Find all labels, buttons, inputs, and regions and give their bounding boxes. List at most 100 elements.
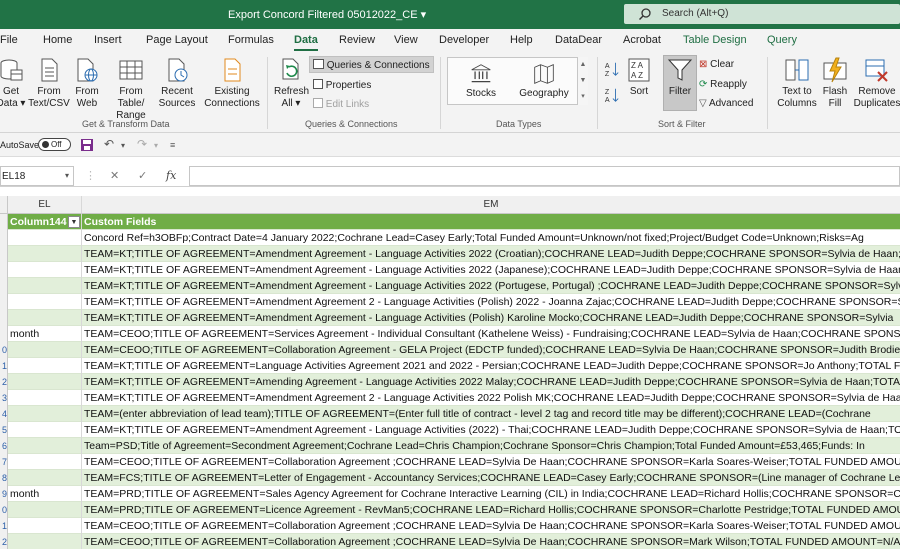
row-number[interactable] xyxy=(0,230,8,246)
cell-custom-fields[interactable]: Team=PSD;Title of Agreement=Secondment A… xyxy=(82,438,900,454)
enter-icon[interactable]: ✓ xyxy=(138,169,147,182)
row-number[interactable]: 5 xyxy=(0,422,8,438)
stocks-button[interactable]: Stocks xyxy=(456,63,506,100)
remove-duplicates-button[interactable]: Remove Duplicates xyxy=(852,57,900,110)
row-number[interactable]: 3 xyxy=(0,390,8,406)
cell-column144[interactable] xyxy=(8,358,82,374)
select-all-corner[interactable] xyxy=(0,196,8,214)
cell-column144[interactable] xyxy=(8,342,82,358)
existing-connections-button[interactable]: Existing Connections xyxy=(203,57,261,110)
filter-dropdown-icon[interactable]: ▼ xyxy=(68,216,80,228)
header-cell-custom-fields[interactable]: Custom Fields xyxy=(82,214,900,230)
cell-column144[interactable] xyxy=(8,518,82,534)
cell-column144[interactable] xyxy=(8,374,82,390)
cell-custom-fields[interactable]: TEAM=KT;TITLE OF AGREEMENT=Language Acti… xyxy=(82,358,900,374)
cell-column144[interactable] xyxy=(8,438,82,454)
clear-filter-button[interactable]: ⊠ Clear xyxy=(699,59,734,70)
cell-column144[interactable] xyxy=(8,310,82,326)
save-icon[interactable] xyxy=(80,138,94,152)
tab-help[interactable]: Help xyxy=(510,34,533,46)
row-number[interactable] xyxy=(0,310,8,326)
column-header-em[interactable]: EM xyxy=(82,196,900,214)
cell-custom-fields[interactable]: TEAM=CEOO;TITLE OF AGREEMENT=Collaborati… xyxy=(82,518,900,534)
from-table-range-button[interactable]: From Table/ Range xyxy=(105,57,157,122)
row-number[interactable] xyxy=(0,246,8,262)
tab-review[interactable]: Review xyxy=(339,34,375,46)
sort-button[interactable]: Z A A Z Sort xyxy=(624,57,654,98)
reapply-button[interactable]: ⟳ Reapply xyxy=(699,79,747,90)
from-text-csv-button[interactable]: From Text/CSV xyxy=(28,57,70,110)
recent-sources-button[interactable]: Recent Sources xyxy=(158,57,196,110)
cell-custom-fields[interactable]: TEAM=KT;TITLE OF AGREEMENT=Amendment Agr… xyxy=(82,294,900,310)
cell-custom-fields[interactable]: TEAM=PRD;TITLE OF AGREEMENT=Sales Agency… xyxy=(82,486,900,502)
row-number[interactable]: 0 xyxy=(0,502,8,518)
autosave-toggle[interactable]: Off xyxy=(38,138,71,151)
cell-column144[interactable] xyxy=(8,470,82,486)
cell-custom-fields[interactable]: TEAM=CEOO;TITLE OF AGREEMENT=Collaborati… xyxy=(82,534,900,549)
cell-custom-fields[interactable]: TEAM=(enter abbreviation of lead team);T… xyxy=(82,406,900,422)
cell-custom-fields[interactable]: TEAM=KT;TITLE OF AGREEMENT=Amendment Agr… xyxy=(82,310,900,326)
name-box[interactable]: EL18 ▾ xyxy=(0,166,74,186)
row-number[interactable] xyxy=(0,278,8,294)
cell-custom-fields[interactable]: TEAM=KT;TITLE OF AGREEMENT=Amendment Agr… xyxy=(82,262,900,278)
cell-custom-fields[interactable]: TEAM=KT;TITLE OF AGREEMENT=Amendment Agr… xyxy=(82,422,900,438)
flash-fill-button[interactable]: Flash Fill xyxy=(822,57,848,110)
refresh-all-button[interactable]: Refresh All ▾ xyxy=(274,57,309,110)
cell-custom-fields[interactable]: TEAM=CEOO;TITLE OF AGREEMENT=Collaborati… xyxy=(82,454,900,470)
geography-button[interactable]: Geography xyxy=(516,63,572,100)
tab-developer[interactable]: Developer xyxy=(439,34,489,46)
tab-table-design[interactable]: Table Design xyxy=(683,34,747,46)
row-number[interactable]: 0 xyxy=(0,342,8,358)
edit-links-button[interactable]: Edit Links xyxy=(313,98,369,110)
cell-column144[interactable]: month xyxy=(8,486,82,502)
cell-column144[interactable] xyxy=(8,390,82,406)
row-number[interactable] xyxy=(0,214,8,230)
tab-page-layout[interactable]: Page Layout xyxy=(146,34,208,46)
cell-custom-fields[interactable]: TEAM=PRD;TITLE OF AGREEMENT=Licence Agre… xyxy=(82,502,900,518)
redo-dropdown-icon[interactable]: ▾ xyxy=(154,141,158,150)
cell-custom-fields[interactable]: TEAM=KT;TITLE OF AGREEMENT=Amendment Agr… xyxy=(82,246,900,262)
cell-column144[interactable] xyxy=(8,294,82,310)
row-number[interactable]: 7 xyxy=(0,454,8,470)
tab-home[interactable]: Home xyxy=(43,34,72,46)
row-number[interactable] xyxy=(0,326,8,342)
customize-toolbar-icon[interactable]: ≡ xyxy=(170,140,175,150)
row-number[interactable]: 8 xyxy=(0,470,8,486)
cell-column144[interactable] xyxy=(8,406,82,422)
sort-descending-button[interactable]: Z A xyxy=(603,87,621,107)
insert-function-icon[interactable]: fx xyxy=(166,169,176,182)
get-data-button[interactable]: Get Data ▾ xyxy=(0,57,26,110)
cell-custom-fields[interactable]: TEAM=FCS;TITLE OF AGREEMENT=Letter of En… xyxy=(82,470,900,486)
document-title[interactable]: Export Concord Filtered 05012022_CE ▾ xyxy=(228,8,426,21)
formula-input[interactable] xyxy=(189,166,900,186)
row-number[interactable] xyxy=(0,262,8,278)
cell-column144[interactable] xyxy=(8,262,82,278)
cancel-icon[interactable]: ✕ xyxy=(110,169,119,182)
row-number[interactable] xyxy=(0,294,8,310)
undo-icon[interactable]: ↶ xyxy=(104,137,114,151)
row-number[interactable]: 2 xyxy=(0,374,8,390)
tab-insert[interactable]: Insert xyxy=(94,34,122,46)
cell-column144[interactable] xyxy=(8,278,82,294)
row-number[interactable]: 9 xyxy=(0,486,8,502)
cell-custom-fields[interactable]: TEAM=CEOO;TITLE OF AGREEMENT=Services Ag… xyxy=(82,326,900,342)
tab-acrobat[interactable]: Acrobat xyxy=(623,34,661,46)
sort-ascending-button[interactable]: A Z xyxy=(603,61,621,81)
properties-button[interactable]: Properties xyxy=(313,79,371,91)
cell-column144[interactable] xyxy=(8,230,82,246)
from-web-button[interactable]: From Web xyxy=(72,57,102,110)
row-number[interactable]: 2 xyxy=(0,534,8,549)
row-number[interactable]: 1 xyxy=(0,358,8,374)
cell-column144[interactable] xyxy=(8,246,82,262)
cell-column144[interactable] xyxy=(8,502,82,518)
advanced-filter-button[interactable]: ▽ Advanced xyxy=(699,98,753,109)
cell-custom-fields[interactable]: TEAM=KT;TITLE OF AGREEMENT=Amending Agre… xyxy=(82,374,900,390)
redo-icon[interactable]: ↷ xyxy=(137,137,147,151)
cell-custom-fields[interactable]: Concord Ref=h3OBFp;Contract Date=4 Janua… xyxy=(82,230,900,246)
column-header-el[interactable]: EL xyxy=(8,196,82,214)
text-to-columns-button[interactable]: Text to Columns xyxy=(774,57,820,110)
tab-formulas[interactable]: Formulas xyxy=(228,34,274,46)
queries-connections-item[interactable]: Queries & Connections xyxy=(313,59,430,71)
search-box[interactable]: Search (Alt+Q) xyxy=(624,4,900,24)
cell-column144[interactable] xyxy=(8,534,82,549)
